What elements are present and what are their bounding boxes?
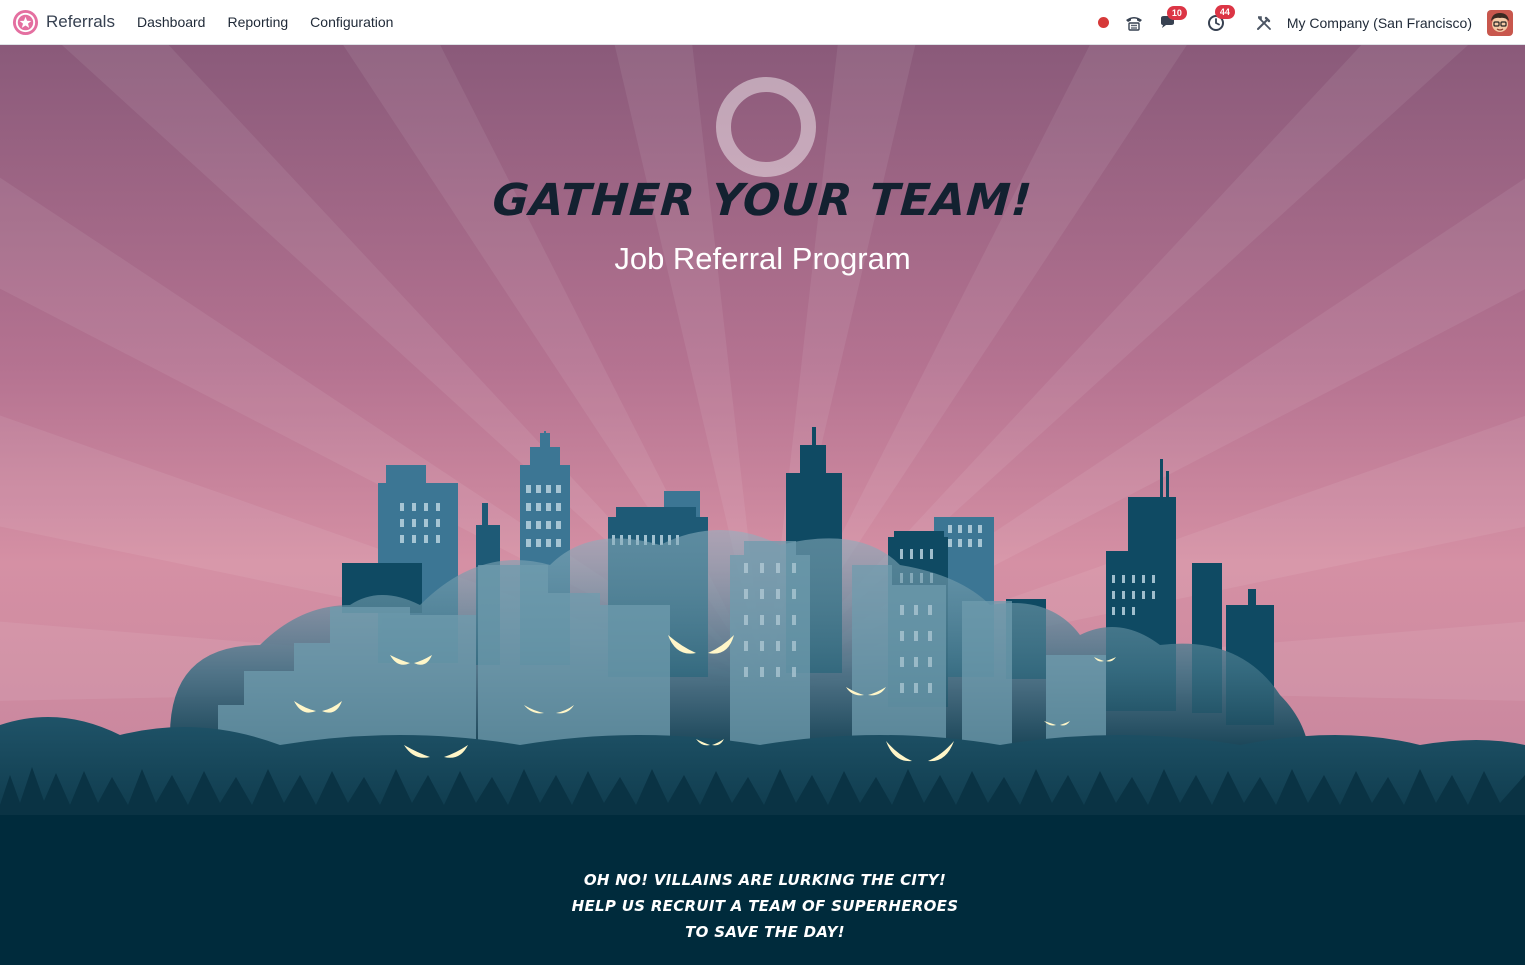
phone-icon (1125, 16, 1142, 31)
tools-icon (1256, 15, 1271, 30)
activities-count-badge: 44 (1214, 4, 1235, 19)
user-avatar-icon[interactable] (1487, 9, 1513, 36)
hero-subtitle: Job Referral Program (614, 241, 911, 276)
recording-button[interactable] (1093, 17, 1115, 28)
main-menu: Dashboard Reporting Configuration (126, 14, 404, 30)
company-switcher[interactable]: My Company (San Francisco) (1287, 15, 1472, 31)
loading-ring (716, 77, 816, 177)
recording-dot-icon (1098, 17, 1110, 28)
messages-count-badge: 10 (1166, 5, 1187, 20)
voip-button[interactable] (1123, 15, 1145, 31)
menu-dashboard[interactable]: Dashboard (126, 14, 217, 30)
top-navbar: Referrals Dashboard Reporting Configurat… (0, 0, 1525, 45)
menu-reporting[interactable]: Reporting (216, 14, 299, 30)
hero-tagline: OH NO! VILLAINS ARE LURKING THE CITY! HE… (571, 871, 959, 941)
messages-button[interactable]: 10 (1157, 5, 1187, 31)
menu-configuration[interactable]: Configuration (299, 14, 404, 30)
app-brand[interactable]: Referrals (12, 9, 115, 36)
referrals-logo-icon (12, 9, 39, 35)
hero-headline: GATHER YOUR TEAM! (490, 175, 1035, 226)
systray: 10 44 My Company (San Francisco) (1093, 0, 1525, 45)
app-name: Referrals (46, 12, 115, 31)
activities-button[interactable]: 44 (1205, 4, 1235, 32)
debug-tools-button[interactable] (1253, 15, 1275, 31)
referral-hero: GATHER YOUR TEAM! Job Referral Program O… (0, 45, 1525, 965)
